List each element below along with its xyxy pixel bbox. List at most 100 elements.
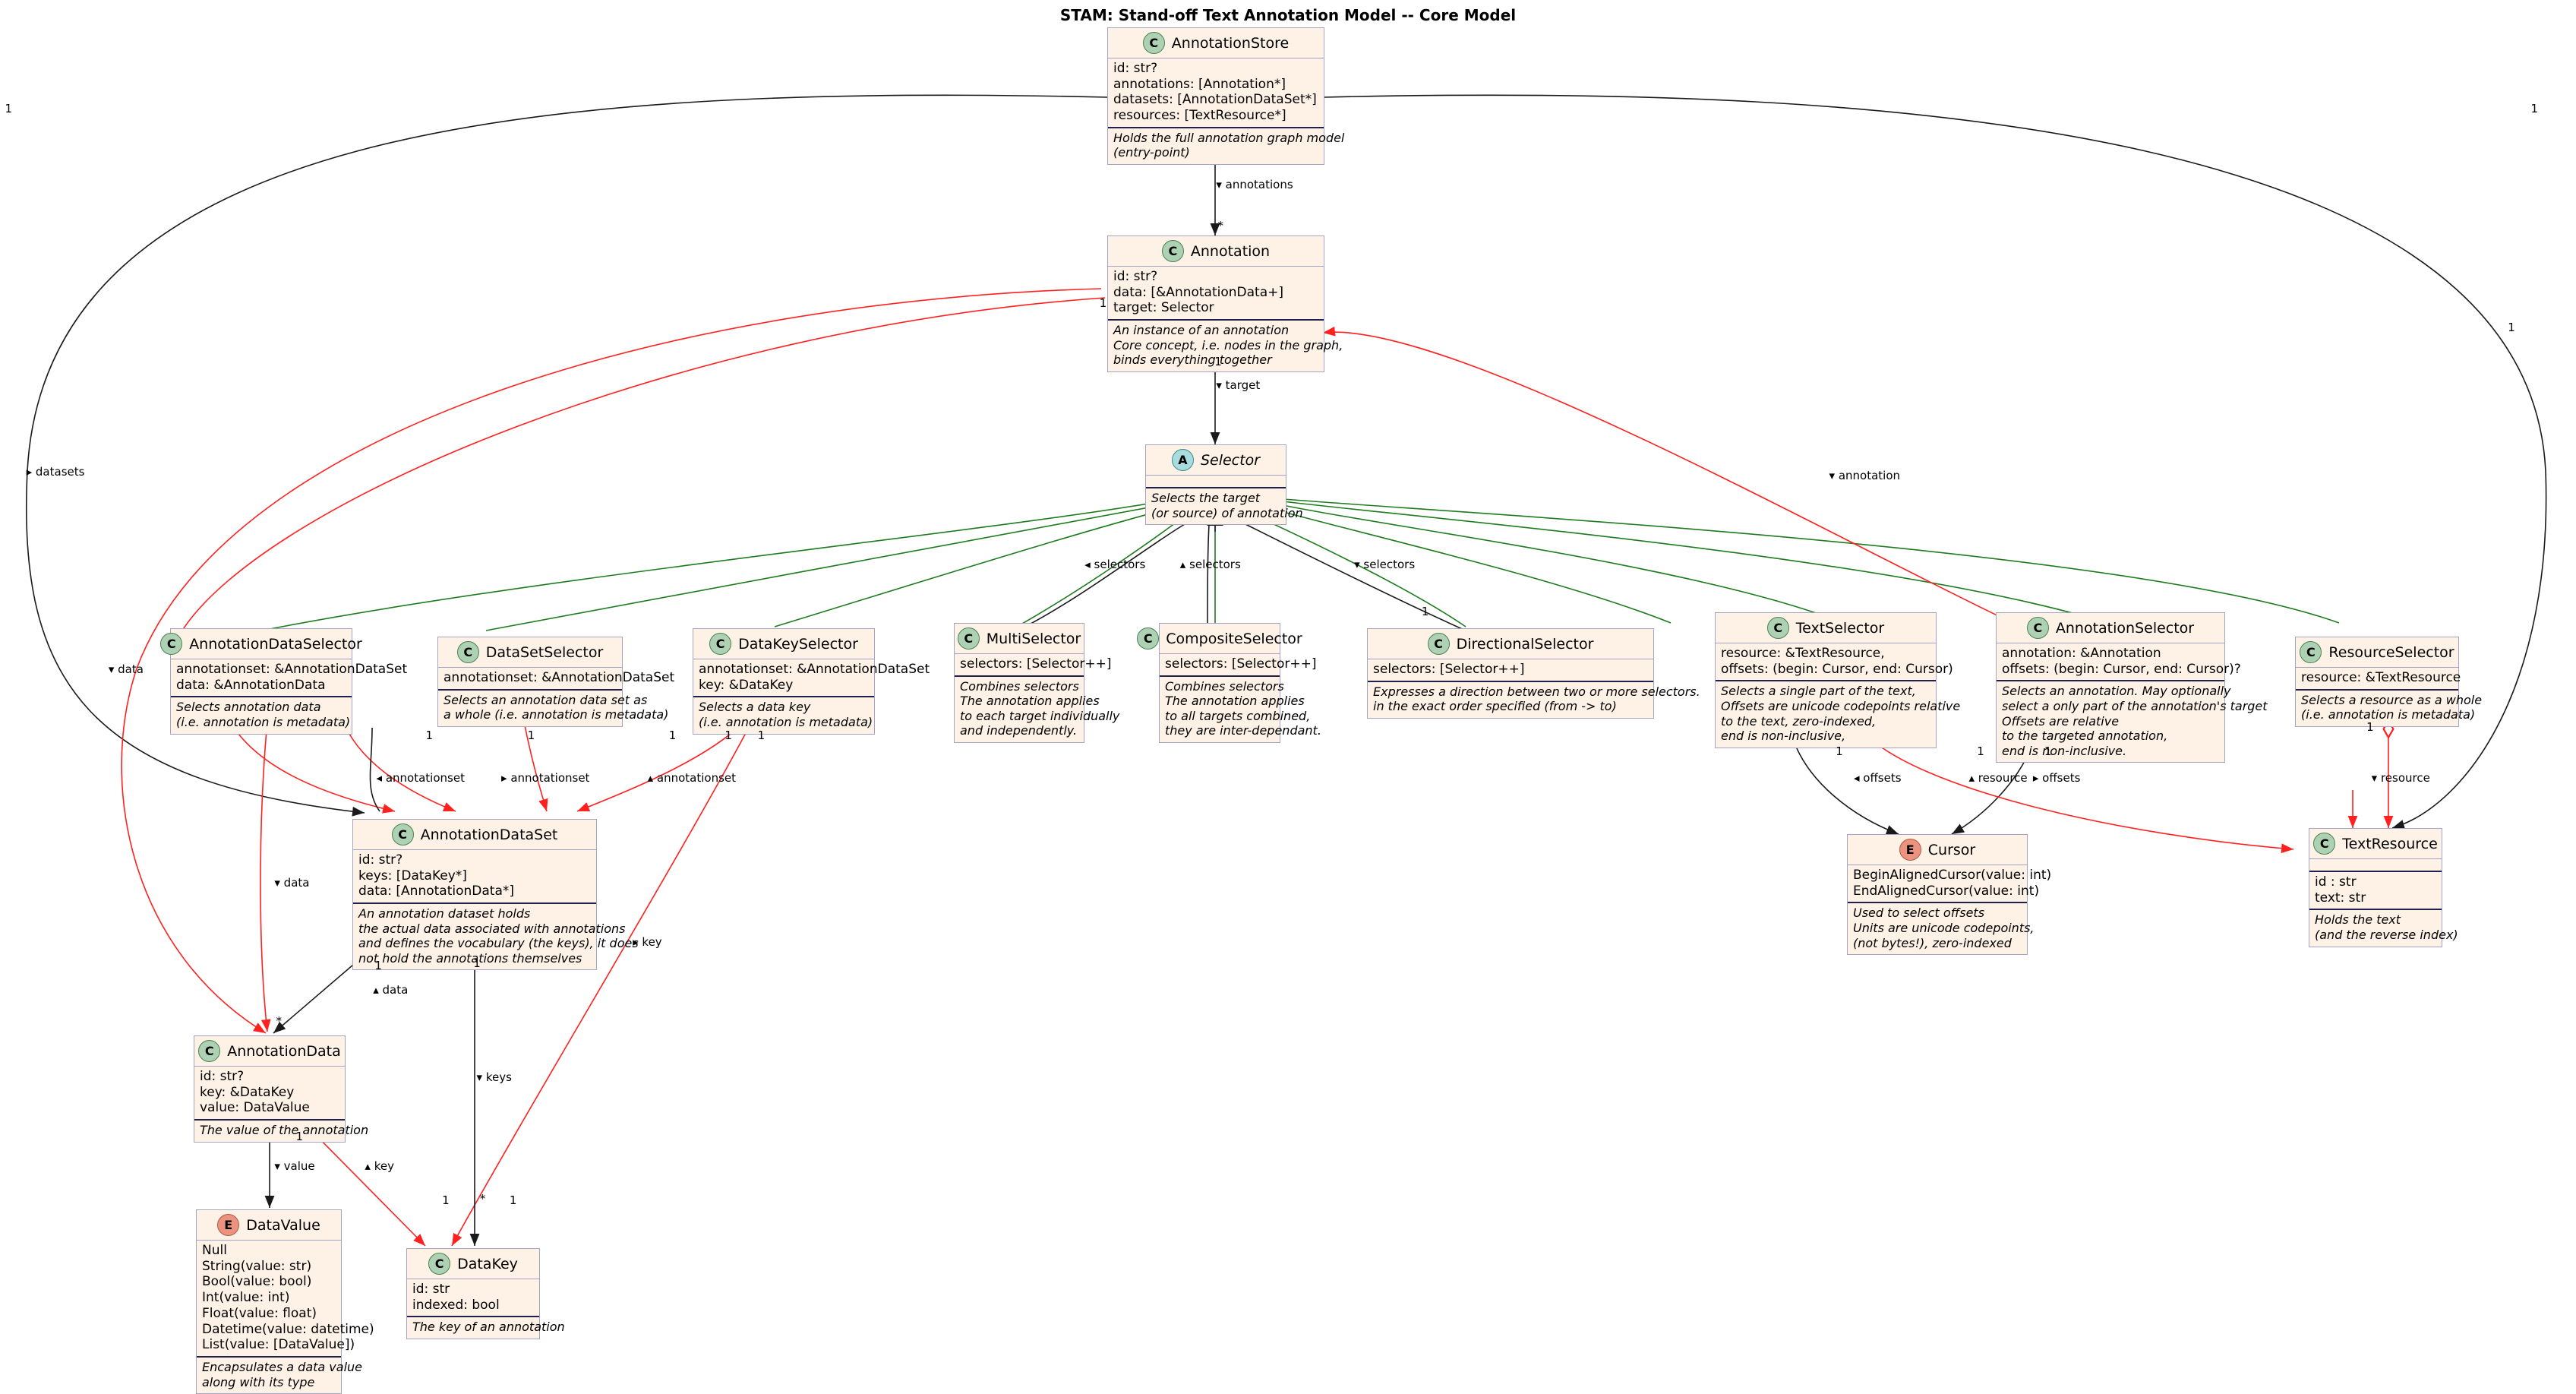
multiplicity-m-ads-2: 1 [527,728,535,742]
class-name: DataKey [457,1255,518,1272]
note-line: Combines selectors [1165,678,1284,694]
attribute: annotationset: &AnnotationDataSet [699,662,930,677]
class-directional-selector[interactable]: C DirectionalSelector selectors: [Select… [1367,628,1700,719]
multiplicity-m-ts-1: 1 [1836,744,1843,759]
attribute: data: [&AnnotationData+] [1113,284,1284,300]
note-line: the actual data associated with annotati… [358,921,626,936]
note-line: (not bytes!), zero-indexed [1853,935,2012,950]
note-line: Selects an annotation data set as [444,692,648,707]
class-dataset-selector[interactable]: C DataSetSelector annotationset: &Annota… [437,637,674,727]
attribute: target: Selector [1113,300,1214,316]
edge-label-selectors-1: ◂ selectors [1084,557,1146,571]
edge-label-keys: ▾ keys [476,1070,512,1084]
class-notes: Selects an annotation data set as a whol… [438,691,668,726]
class-stereotype-icon: C [2300,641,2322,663]
class-header: C AnnotationDataSelector [160,629,362,659]
class-data-value[interactable]: E DataValue Null String(value: str) Bool… [196,1209,374,1394]
edge-label-key-red: ▸ key [633,935,662,950]
multiplicity-m-ann-left: 1 [1099,296,1107,310]
class-notes: Selects annotation data (i.e. annotation… [171,697,352,733]
note-line: Holds the full annotation graph model [1113,130,1345,145]
class-attributes: selectors: [Selector++] [1160,654,1316,677]
class-stereotype-icon: C [1427,633,1450,655]
class-cursor[interactable]: E Cursor BeginAlignedCursor(value: int) … [1847,834,2052,956]
class-name: DataValue [246,1216,320,1234]
class-selector[interactable]: A Selector Selects the target (or source… [1145,444,1303,526]
class-notes: The value of the annotation [194,1121,368,1142]
class-annotation-data-selector[interactable]: C AnnotationDataSelector annotationset: … [160,628,407,735]
class-name: AnnotationDataSet [420,826,558,843]
attribute: Int(value: int) [202,1290,290,1306]
attribute: id: str? [1113,269,1158,284]
class-attributes: selectors: [Selector++] [955,654,1111,677]
class-header: E Cursor [1848,835,2027,865]
class-name: MultiSelector [986,630,1081,647]
class-header: C ResourceSelector [2296,637,2458,668]
class-header: C TextResource [2309,829,2442,859]
class-name: TextResource [2342,835,2438,852]
class-notes: Selects the target (or source) of annota… [1146,488,1303,524]
class-name: AnnotationDataSelector [189,635,362,653]
class-header: C DataKeySelector [693,629,874,659]
class-data-key[interactable]: C DataKey id: str indexed: bool The key … [406,1248,565,1339]
attribute: offsets: (begin: Cursor, end: Cursor) [1721,661,1953,677]
note-line: The key of an annotation [412,1320,565,1335]
attribute: selectors: [Selector++] [1373,662,1525,677]
edge-label-value: ▾ value [274,1159,315,1173]
attribute: annotation: &Annotation [2002,646,2161,661]
note-line: The annotation applies [960,694,1100,709]
class-stereotype-icon: C [1161,240,1184,262]
class-notes: Combines selectors The annotation applie… [955,677,1119,742]
class-header: C DirectionalSelector [1368,629,1653,659]
multiplicity-m-store-left: 1 [5,102,13,116]
class-text-resource[interactable]: C TextResource id : str text: str Holds … [2309,828,2458,947]
class-annotation-dataset[interactable]: C AnnotationDataSet id: str? keys: [Data… [352,819,639,971]
note-line: Selects a single part of the text, [1721,684,1916,699]
note-line: and defines the vocabulary (the keys), i… [358,936,639,951]
note-line: The annotation applies [1165,694,1305,709]
multiplicity-m-dk-2: 1 [509,1193,517,1208]
class-annotation-data[interactable]: C AnnotationData id: str? key: &DataKey … [194,1035,368,1143]
class-attributes [1146,476,1286,488]
attribute: offsets: (begin: Cursor, end: Cursor)? [2002,661,2241,677]
class-annotation-store[interactable]: C AnnotationStore id: str? annotations: … [1107,27,1345,165]
class-name: AnnotationStore [1171,34,1290,52]
class-resource-selector[interactable]: C ResourceSelector resource: &TextResour… [2295,637,2482,727]
class-attributes: id: str? annotations: [Annotation*] data… [1108,58,1324,128]
class-annotation[interactable]: C Annotation id: str? data: [&Annotation… [1107,235,1343,372]
attribute: key: &DataKey [200,1084,295,1100]
note-line: Holds the text [2315,912,2401,928]
attribute: resource: &TextResource, [1721,646,1885,661]
note-line: Selects annotation data [176,700,321,715]
multiplicity-m-as-1: 1 [2044,744,2052,759]
note-line: Offsets are relative [2002,713,2120,729]
attribute: datasets: [AnnotationDataSet*] [1113,92,1317,108]
note-line: along with its type [202,1374,315,1389]
class-header: C DataKey [407,1249,539,1279]
class-annotation-selector[interactable]: C AnnotationSelector annotation: &Annota… [1996,612,2268,763]
class-attributes: resource: &TextResource [2296,668,2461,691]
class-notes: Expresses a direction between two or mor… [1368,682,1700,718]
class-header: C CompositeSelector [1137,624,1302,654]
class-header: E DataValue [197,1210,341,1241]
note-line: Selects the target [1151,491,1261,505]
class-stereotype-icon: A [1171,449,1194,471]
class-attributes: annotation: &Annotation offsets: (begin:… [1997,643,2241,682]
class-multi-selector[interactable]: C MultiSelector selectors: [Selector++] … [954,623,1119,743]
class-name: DataKeySelector [738,635,858,653]
class-stereotype-icon: C [2026,617,2049,639]
class-composite-selector[interactable]: C CompositeSelector selectors: [Selector… [1137,623,1321,743]
edge-label-offsets-2: ▸ offsets [2032,770,2081,785]
class-notes: Selects a single part of the text, Offse… [1716,681,1960,747]
attribute: BeginAlignedCursor(value: int) [1853,868,2052,883]
attribute: Float(value: float) [202,1305,317,1321]
attribute: id: str [412,1282,450,1297]
class-stereotype-icon: C [1142,32,1165,54]
class-text-selector[interactable]: C TextSelector resource: &TextResource, … [1715,612,1960,748]
class-datakey-selector[interactable]: C DataKeySelector annotationset: &Annota… [693,628,930,735]
class-stereotype-icon: C [1766,617,1789,639]
edge-label-annotationset-1: ◂ annotationset [376,770,465,785]
class-attributes: id: str? data: [&AnnotationData+] target… [1108,267,1324,321]
note-line: they are inter-dependant. [1165,723,1321,738]
note-line: Encapsulates a data value [202,1360,362,1375]
